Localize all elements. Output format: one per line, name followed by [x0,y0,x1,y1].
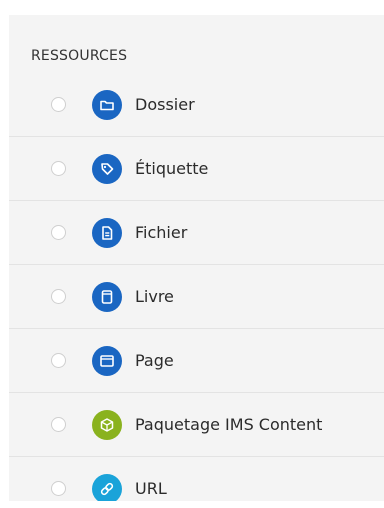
radio-button[interactable] [51,353,66,368]
tag-icon [92,154,122,184]
resource-option-paquetage-ims[interactable]: Paquetage IMS Content [9,393,384,457]
radio-button[interactable] [51,225,66,240]
radio-button[interactable] [51,161,66,176]
resource-option-url[interactable]: URL [9,457,384,501]
package-cube-icon [92,410,122,440]
resource-label: URL [135,479,167,498]
page-icon [92,346,122,376]
resource-label: Page [135,351,174,370]
radio-button[interactable] [51,97,66,112]
resource-option-fichier[interactable]: Fichier [9,201,384,265]
resource-option-dossier[interactable]: Dossier [9,73,384,137]
resource-option-etiquette[interactable]: Étiquette [9,137,384,201]
resource-list: Dossier Étiquette Fichier Livre Page Paq… [9,73,384,501]
resource-label: Dossier [135,95,195,114]
radio-button[interactable] [51,289,66,304]
radio-button[interactable] [51,417,66,432]
resource-option-page[interactable]: Page [9,329,384,393]
file-icon [92,218,122,248]
book-icon [92,282,122,312]
resource-label: Étiquette [135,159,209,178]
section-heading: RESSOURCES [31,48,128,64]
resource-option-livre[interactable]: Livre [9,265,384,329]
resources-panel: RESSOURCES Dossier Étiquette Fichier Liv… [9,15,384,501]
folder-icon [92,90,122,120]
resource-label: Livre [135,287,174,306]
radio-button[interactable] [51,481,66,496]
resource-label: Paquetage IMS Content [135,415,323,434]
resource-label: Fichier [135,223,188,242]
link-icon [92,474,122,501]
